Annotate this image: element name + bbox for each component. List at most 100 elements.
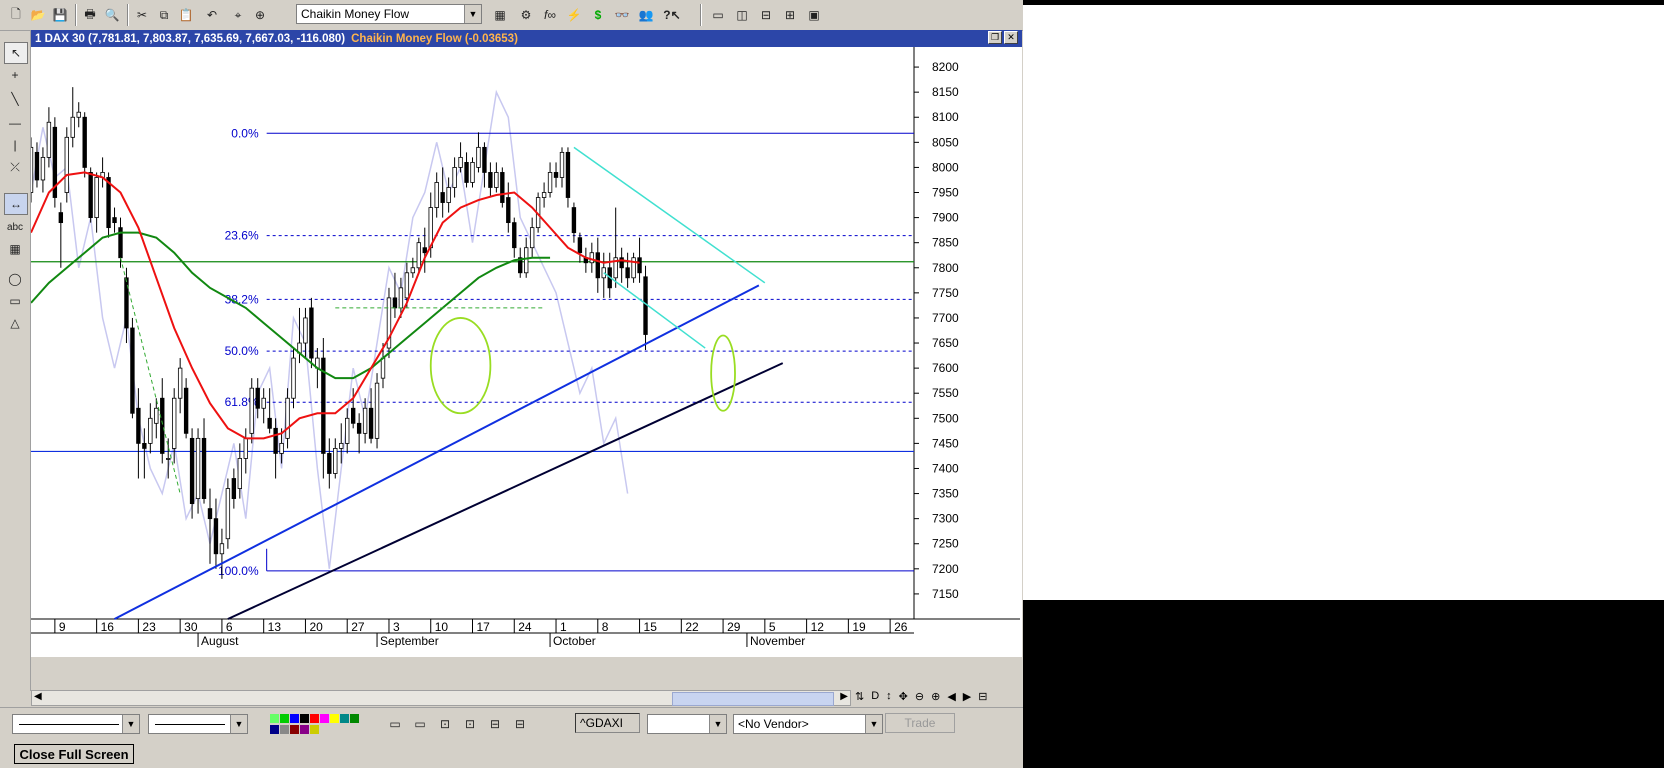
group-icon[interactable]: 👥: [636, 5, 656, 25]
chevron-down-icon[interactable]: ▼: [464, 5, 481, 23]
dollar-icon[interactable]: $: [588, 5, 608, 25]
print-icon[interactable]: 🖶: [80, 5, 100, 25]
print-preview-icon[interactable]: 🔍: [102, 5, 122, 25]
prev-icon[interactable]: ◀: [947, 690, 955, 706]
color-palette[interactable]: [270, 714, 360, 734]
cut-icon[interactable]: ✂: [132, 5, 152, 25]
candle-body: [309, 307, 314, 359]
candle-body: [380, 357, 386, 379]
undo-icon[interactable]: ↶: [202, 5, 222, 25]
pan-icon[interactable]: ✥: [899, 690, 908, 706]
refresh-icon[interactable]: ⇅: [855, 690, 864, 706]
y-tick-label: 7600: [932, 361, 959, 375]
scroll-thumb[interactable]: [672, 692, 834, 706]
candle-body: [171, 397, 177, 449]
chevron-down-icon[interactable]: ▼: [122, 715, 139, 733]
fibonacci-tool-icon[interactable]: ⤫: [4, 157, 26, 177]
candle: [500, 167, 505, 208]
window-icon[interactable]: ▭: [708, 5, 728, 25]
toolbar-icon[interactable]: ⊡: [460, 714, 480, 734]
help-icon[interactable]: ?↖: [662, 5, 682, 25]
candle: [52, 117, 58, 208]
candle: [31, 137, 34, 203]
close-icon[interactable]: ✕: [1004, 31, 1018, 44]
text-tool-icon[interactable]: abc: [4, 217, 26, 237]
candle-body: [273, 427, 278, 454]
x-tick-label: 3: [393, 620, 400, 634]
candle-body: [31, 146, 34, 193]
chart-scrollbar[interactable]: ◀ ▶: [31, 690, 851, 706]
vendor-value: <No Vendor>: [738, 717, 809, 731]
new-icon[interactable]: 🗋: [6, 5, 26, 25]
x-tick-label: 19: [852, 620, 866, 634]
next-icon[interactable]: ▶: [963, 690, 971, 706]
candle: [225, 478, 231, 549]
trendline-tool-icon[interactable]: ╲: [4, 89, 26, 109]
toolbar-icon[interactable]: ⊡: [435, 714, 455, 734]
close-full-screen-button[interactable]: Close Full Screen: [14, 744, 134, 764]
candle-body: [440, 192, 445, 203]
candle-body: [106, 177, 111, 229]
paste-icon[interactable]: 📋: [176, 5, 196, 25]
vendor-combo[interactable]: <No Vendor> ▼: [733, 714, 883, 734]
copy-icon[interactable]: ⧉: [154, 5, 174, 25]
chart-window-titlebar[interactable]: 1 DAX 30 (7,781.81, 7,803.87, 7,635.69, …: [31, 30, 1022, 47]
binoculars-icon[interactable]: 👓: [612, 5, 632, 25]
zoom-out-icon[interactable]: ⊖: [915, 690, 924, 706]
candle-body: [183, 387, 189, 434]
candle-body: [255, 387, 260, 409]
crosshair-icon[interactable]: ⌖: [228, 5, 248, 25]
candle-body: [166, 458, 171, 460]
chevron-down-icon[interactable]: ▼: [230, 715, 247, 733]
grid-icon[interactable]: ⊞: [780, 5, 800, 25]
pointer-icon[interactable]: ↖: [4, 42, 28, 64]
horizontal-line-icon[interactable]: —: [4, 113, 26, 133]
window-icon[interactable]: ▭: [385, 714, 405, 734]
candle-body: [368, 407, 374, 439]
window-icon[interactable]: ▭: [410, 714, 430, 734]
chevron-down-icon[interactable]: ▼: [865, 715, 882, 733]
periodicity-combo[interactable]: ▼: [647, 714, 727, 734]
crosshair-tool-icon[interactable]: +: [4, 65, 26, 85]
formula-icon[interactable]: f∞: [540, 5, 560, 25]
zoom-icon[interactable]: ⊕: [250, 5, 270, 25]
zoom-in-icon[interactable]: ⊕: [931, 690, 940, 706]
expert-icon[interactable]: ⚡: [564, 5, 584, 25]
indicator-icon[interactable]: ▦: [490, 5, 510, 25]
vertical-line-icon[interactable]: |: [4, 135, 26, 155]
triangle-tool-icon[interactable]: △: [4, 313, 26, 333]
page-icon[interactable]: ⊟: [978, 690, 987, 706]
ellipse-tool-icon[interactable]: ◯: [4, 269, 26, 289]
table-tool-icon[interactable]: ▦: [4, 239, 26, 259]
scroll-left-icon[interactable]: ◀: [34, 691, 42, 702]
line-style-combo[interactable]: ▼: [12, 714, 140, 734]
candle-body: [88, 172, 93, 218]
trade-button[interactable]: Trade: [885, 713, 955, 733]
month-label: September: [380, 634, 439, 648]
toolbar-icon[interactable]: ⊟: [510, 714, 530, 734]
resize-tool-icon[interactable]: ↔: [4, 193, 28, 215]
candle-body: [160, 397, 165, 454]
open-icon[interactable]: 📂: [28, 5, 48, 25]
scroll-right-icon[interactable]: ▶: [840, 691, 848, 702]
settings-icon[interactable]: ⚙: [516, 5, 536, 25]
line-weight-combo[interactable]: ▼: [148, 714, 248, 734]
toolbar-icon[interactable]: ⊟: [485, 714, 505, 734]
candle-body: [201, 437, 207, 499]
rectangle-tool-icon[interactable]: ▭: [4, 291, 26, 311]
price-chart[interactable]: 8200 8150 8100 8050 8000 7950 7900 7850 7800 7750…: [31, 47, 1022, 657]
y-tick-label: 8200: [932, 60, 959, 74]
save-icon[interactable]: 💾: [50, 5, 70, 25]
chevron-down-icon[interactable]: ▼: [709, 715, 726, 733]
y-tick-label: 7500: [932, 411, 959, 425]
indicator-combo[interactable]: Chaikin Money Flow ▼: [296, 4, 482, 24]
tile-icon[interactable]: ◫: [732, 5, 752, 25]
vertical-pan-icon[interactable]: ↕: [886, 690, 892, 706]
candle-body: [571, 207, 577, 234]
restore-icon[interactable]: ❐: [988, 31, 1002, 44]
y-tick-label: 7900: [932, 211, 959, 225]
daily-icon[interactable]: D: [871, 690, 879, 706]
symbol-box[interactable]: ^GDAXI: [575, 713, 640, 733]
split-icon[interactable]: ⊟: [756, 5, 776, 25]
palette-icon[interactable]: ▣: [804, 5, 824, 25]
